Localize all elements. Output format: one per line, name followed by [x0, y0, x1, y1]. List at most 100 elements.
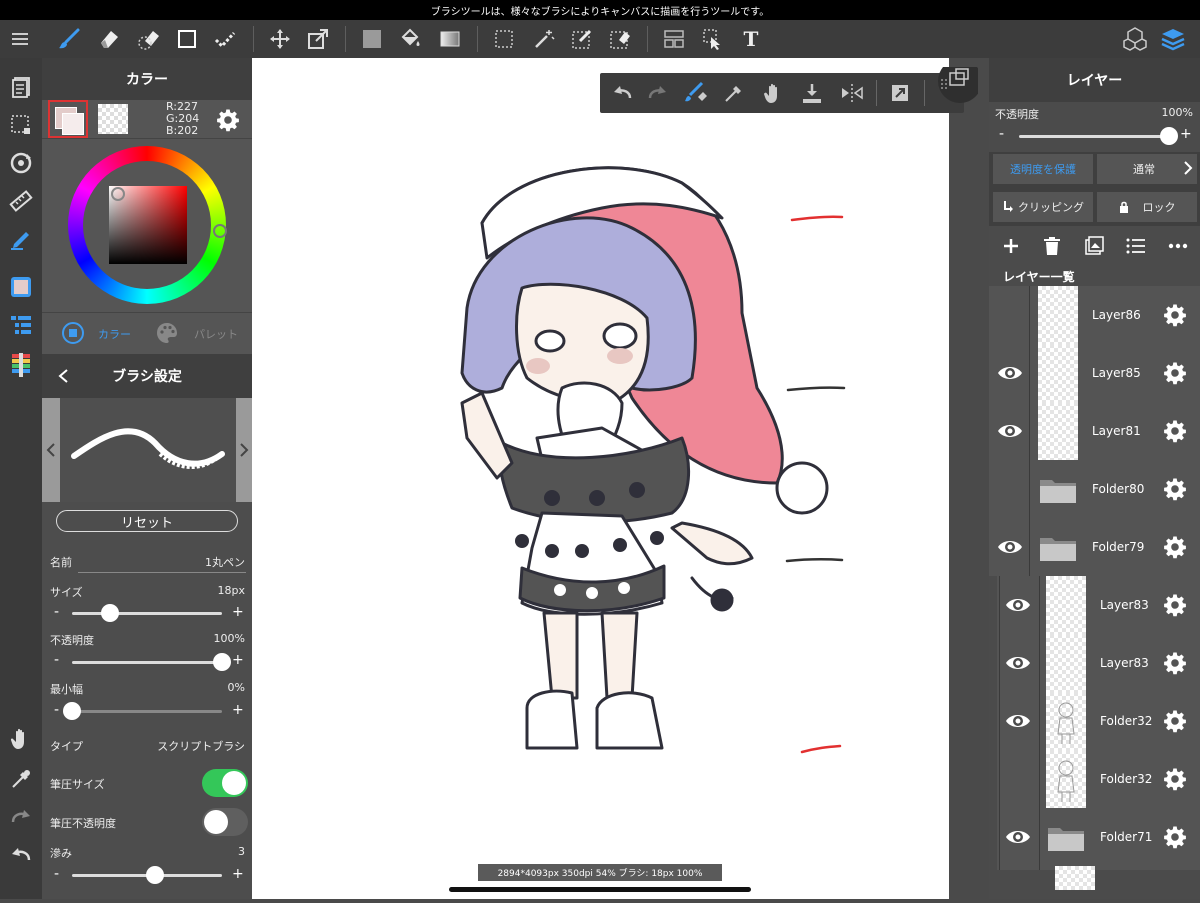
- prev-brush-button[interactable]: [42, 398, 60, 502]
- quick-redo-icon[interactable]: [644, 79, 672, 107]
- layer-settings-gear-icon[interactable]: [1163, 361, 1187, 385]
- layer-row[interactable]: Layer85: [989, 344, 1200, 402]
- quick-eyedropper-icon[interactable]: [720, 79, 748, 107]
- clipping-button[interactable]: クリッピング: [993, 192, 1093, 222]
- gradient-icon[interactable]: [435, 24, 465, 54]
- fill-color-icon[interactable]: [357, 24, 387, 54]
- layer-list-icon[interactable]: [6, 310, 36, 340]
- delete-layer-icon[interactable]: [1040, 234, 1064, 258]
- layer-thumbnail[interactable]: [1046, 692, 1086, 750]
- blur-plus-button[interactable]: +: [232, 866, 244, 882]
- type-value[interactable]: スクリプトブラシ: [157, 738, 245, 754]
- select-rect-icon[interactable]: [489, 24, 519, 54]
- undo-icon[interactable]: [6, 840, 36, 870]
- protect-alpha-button[interactable]: 透明度を保護: [993, 154, 1093, 184]
- min-width-plus-button[interactable]: +: [232, 702, 244, 718]
- move-icon[interactable]: [265, 24, 295, 54]
- home-indicator[interactable]: [449, 887, 751, 892]
- hue-handle[interactable]: [213, 224, 227, 238]
- visibility-eye-icon[interactable]: [1005, 712, 1031, 730]
- opacity-slider-knob[interactable]: [213, 653, 231, 671]
- layer-row[interactable]: Layer83: [989, 634, 1200, 692]
- pressure-opacity-toggle[interactable]: [202, 808, 248, 836]
- layer-settings-gear-icon[interactable]: [1163, 593, 1187, 617]
- layer-settings-gear-icon[interactable]: [1163, 825, 1187, 849]
- drawing-canvas[interactable]: [252, 58, 949, 899]
- folder-icon[interactable]: [1046, 824, 1086, 852]
- quick-undo-icon[interactable]: [608, 79, 636, 107]
- next-brush-button[interactable]: [236, 398, 252, 502]
- layer-row[interactable]: Folder80: [989, 460, 1200, 518]
- layer-image-icon[interactable]: [1082, 234, 1106, 258]
- opacity-plus-button[interactable]: +: [232, 652, 244, 668]
- rotate-canvas-icon[interactable]: [6, 148, 36, 178]
- blend-mode-button[interactable]: 通常: [1097, 154, 1197, 184]
- folder-icon[interactable]: [1038, 534, 1078, 562]
- transform-icon[interactable]: [303, 24, 333, 54]
- layer-row[interactable]: Folder79: [989, 518, 1200, 576]
- layer-row[interactable]: Folder71: [989, 808, 1200, 866]
- blur-slider-knob[interactable]: [145, 866, 164, 884]
- layer-opacity-minus-button[interactable]: -: [999, 126, 1004, 142]
- layer-thumbnail[interactable]: [1046, 576, 1086, 634]
- color-bar-icon[interactable]: [6, 350, 36, 380]
- add-layer-icon[interactable]: [999, 234, 1023, 258]
- visibility-eye-icon[interactable]: [1005, 654, 1031, 672]
- color-tab-label[interactable]: カラー: [98, 326, 131, 342]
- pen-tool-icon[interactable]: [6, 224, 36, 254]
- layer-opacity-plus-button[interactable]: +: [1180, 126, 1192, 142]
- opacity-minus-button[interactable]: -: [54, 652, 59, 668]
- layer-opacity-slider-knob[interactable]: [1160, 127, 1178, 145]
- pointer-select-icon[interactable]: [698, 24, 728, 54]
- visibility-eye-icon[interactable]: [997, 422, 1023, 440]
- secondary-color-swatch[interactable]: [98, 104, 128, 134]
- layers-icon[interactable]: [1158, 24, 1188, 54]
- pressure-size-toggle[interactable]: [202, 769, 248, 797]
- check-icon[interactable]: [210, 24, 240, 54]
- magic-wand-icon[interactable]: [529, 24, 559, 54]
- layer-settings-gear-icon[interactable]: [1163, 477, 1187, 501]
- primary-color-swatch[interactable]: [48, 100, 88, 138]
- layer-list-menu-icon[interactable]: [1124, 234, 1148, 258]
- color-settings-gear-icon[interactable]: [214, 106, 242, 134]
- size-slider-knob[interactable]: [100, 604, 119, 622]
- layer-thumbnail[interactable]: [1038, 286, 1078, 344]
- palette-tab-label[interactable]: パレット: [194, 326, 238, 342]
- layer-settings-gear-icon[interactable]: [1163, 535, 1187, 559]
- brush-icon[interactable]: [54, 24, 84, 54]
- visibility-eye-icon[interactable]: [997, 538, 1023, 556]
- layer-row[interactable]: Folder32: [989, 692, 1200, 750]
- pages-icon[interactable]: [6, 72, 36, 102]
- folder-icon[interactable]: [1038, 476, 1078, 504]
- layer-thumbnail[interactable]: [1046, 750, 1086, 808]
- color-picker-handle[interactable]: [111, 187, 125, 201]
- layer-thumbnail[interactable]: [1046, 634, 1086, 692]
- layer-row[interactable]: Folder32: [989, 750, 1200, 808]
- layer-row[interactable]: Layer83: [989, 576, 1200, 634]
- eyedropper-icon[interactable]: [6, 764, 36, 794]
- size-slider[interactable]: [72, 612, 222, 615]
- select-eraser-icon[interactable]: [605, 24, 635, 54]
- min-width-slider-knob[interactable]: [63, 702, 81, 720]
- layer-thumbnail[interactable]: [1055, 866, 1095, 890]
- layout-icon[interactable]: [659, 24, 689, 54]
- layer-opacity-slider[interactable]: [1019, 135, 1169, 138]
- size-minus-button[interactable]: -: [54, 604, 59, 620]
- min-width-minus-button[interactable]: -: [54, 702, 59, 718]
- blur-minus-button[interactable]: -: [54, 866, 59, 882]
- bucket-icon[interactable]: [395, 24, 425, 54]
- quick-download-icon[interactable]: [798, 79, 826, 107]
- quick-toggle-button[interactable]: [930, 67, 978, 113]
- visibility-eye-icon[interactable]: [1005, 596, 1031, 614]
- brush-name-value[interactable]: 1丸ペン: [205, 554, 245, 570]
- layer-settings-gear-icon[interactable]: [1163, 651, 1187, 675]
- layer-settings-gear-icon[interactable]: [1163, 303, 1187, 327]
- layer-settings-gear-icon[interactable]: [1163, 767, 1187, 791]
- color-tab-icon[interactable]: [60, 320, 86, 346]
- eraser-icon[interactable]: [94, 24, 124, 54]
- quick-flip-icon[interactable]: [838, 79, 866, 107]
- visibility-eye-icon[interactable]: [1005, 828, 1031, 846]
- 3d-model-icon[interactable]: [1120, 24, 1150, 54]
- rectangle-icon[interactable]: [172, 24, 202, 54]
- palette-tab-icon[interactable]: [154, 320, 180, 346]
